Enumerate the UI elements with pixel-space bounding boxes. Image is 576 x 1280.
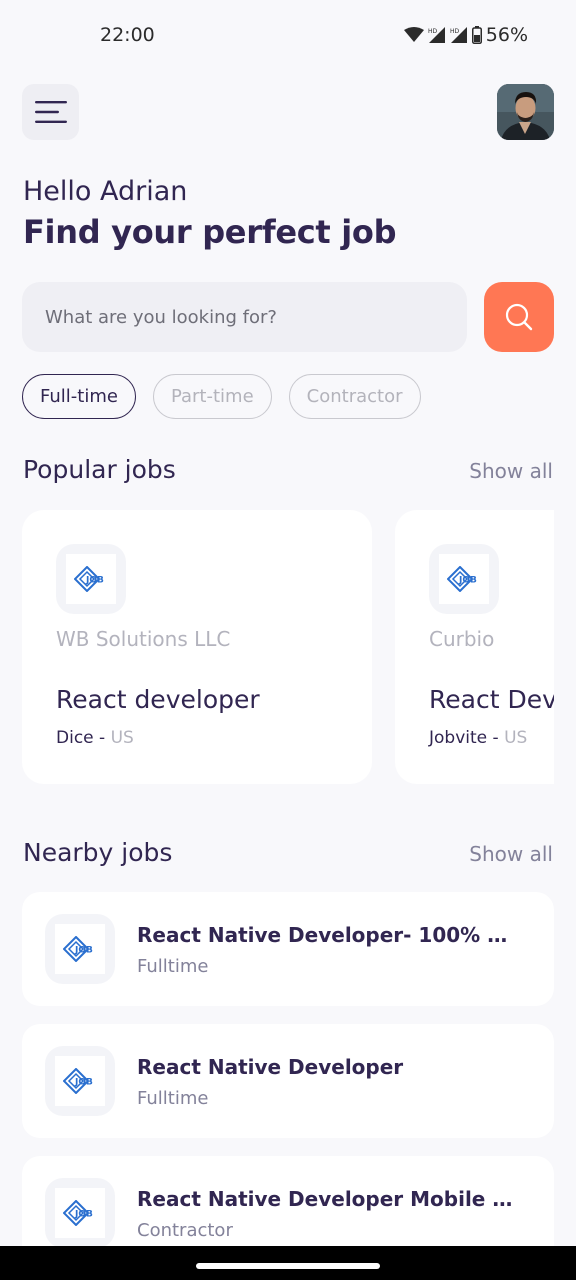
search-input[interactable] — [45, 306, 467, 328]
nearby-jobs-title: Nearby jobs — [23, 838, 173, 867]
company-logo: JOB — [45, 1178, 115, 1248]
nearby-job-card[interactable]: JOB React Native Developer- 100% R... Fu… — [22, 892, 554, 1006]
signal-icon: HD — [428, 27, 445, 43]
job-title: React Developer — [429, 685, 554, 714]
job-type-tabs: Full-time Part-time Contractor — [22, 374, 421, 419]
greeting: Hello Adrian — [23, 176, 188, 207]
popular-job-card[interactable]: JOB Curbio React Developer Jobvite - US — [395, 510, 554, 784]
logo-text: JOB — [458, 576, 477, 586]
wifi-icon — [403, 27, 424, 42]
search-button[interactable] — [484, 282, 554, 352]
company-logo: JOB — [429, 544, 499, 614]
tab-part-time[interactable]: Part-time — [152, 374, 272, 419]
company-logo: JOB — [56, 544, 126, 614]
job-meta: Jobvite - US — [429, 728, 527, 748]
job-logo-icon: JOB — [74, 566, 104, 592]
job-logo-icon: JOB — [63, 1200, 93, 1226]
app-screen: 22:00 HD HD 56% Hello Adrian Find your p… — [0, 0, 576, 1280]
popular-jobs-list: JOB WB Solutions LLC React developer Dic… — [22, 510, 554, 784]
nearby-show-all-link[interactable]: Show all — [469, 842, 553, 866]
job-publisher: Dice — [56, 728, 94, 748]
avatar-image — [497, 84, 554, 140]
battery-percent: 56% — [485, 24, 528, 46]
tab-full-time[interactable]: Full-time — [22, 374, 136, 419]
status-bar: 22:00 HD HD 56% — [0, 0, 576, 72]
job-logo-icon: JOB — [447, 566, 477, 592]
popular-jobs-title: Popular jobs — [23, 455, 176, 484]
job-logo-icon: JOB — [63, 936, 93, 962]
logo-text: JOB — [74, 946, 93, 956]
popular-job-card[interactable]: JOB WB Solutions LLC React developer Dic… — [22, 510, 372, 784]
tab-contractor[interactable]: Contractor — [288, 374, 421, 419]
search-box — [22, 282, 467, 352]
job-title: React developer — [56, 685, 260, 714]
company-logo: JOB — [45, 1046, 115, 1116]
meta-separator: - — [487, 728, 505, 748]
job-type: Fulltime — [137, 956, 209, 977]
menu-icon — [34, 101, 67, 123]
job-type: Contractor — [137, 1220, 233, 1241]
job-publisher: Jobvite — [429, 728, 488, 748]
home-indicator[interactable] — [196, 1263, 380, 1269]
search-icon — [505, 303, 533, 331]
job-logo-icon: JOB — [63, 1068, 93, 1094]
job-title: React Native Developer Mobile D... — [137, 1187, 517, 1211]
status-time: 22:00 — [100, 24, 155, 46]
job-type: Fulltime — [137, 1088, 209, 1109]
nearby-job-card[interactable]: JOB React Native Developer Fulltime — [22, 1024, 554, 1138]
job-title: React Native Developer — [137, 1055, 404, 1079]
svg-text:HD: HD — [450, 28, 460, 35]
company-logo: JOB — [45, 914, 115, 984]
svg-text:HD: HD — [428, 28, 438, 35]
menu-button[interactable] — [22, 84, 79, 140]
job-country: US — [504, 728, 528, 748]
status-icons: HD HD 56% — [403, 24, 528, 46]
job-meta: Dice - US — [56, 728, 134, 748]
company-name: Curbio — [429, 627, 495, 651]
job-title: React Native Developer- 100% R... — [137, 923, 517, 947]
popular-show-all-link[interactable]: Show all — [469, 459, 553, 483]
headline: Find your perfect job — [23, 213, 397, 251]
company-name: WB Solutions LLC — [56, 627, 231, 651]
logo-text: JOB — [74, 1078, 93, 1088]
signal-icon-2: HD — [450, 27, 467, 43]
battery-icon — [471, 26, 482, 44]
job-country: US — [110, 728, 134, 748]
logo-text: JOB — [74, 1210, 93, 1220]
profile-avatar[interactable] — [497, 84, 554, 140]
logo-text: JOB — [85, 576, 104, 586]
meta-separator: - — [93, 728, 111, 748]
